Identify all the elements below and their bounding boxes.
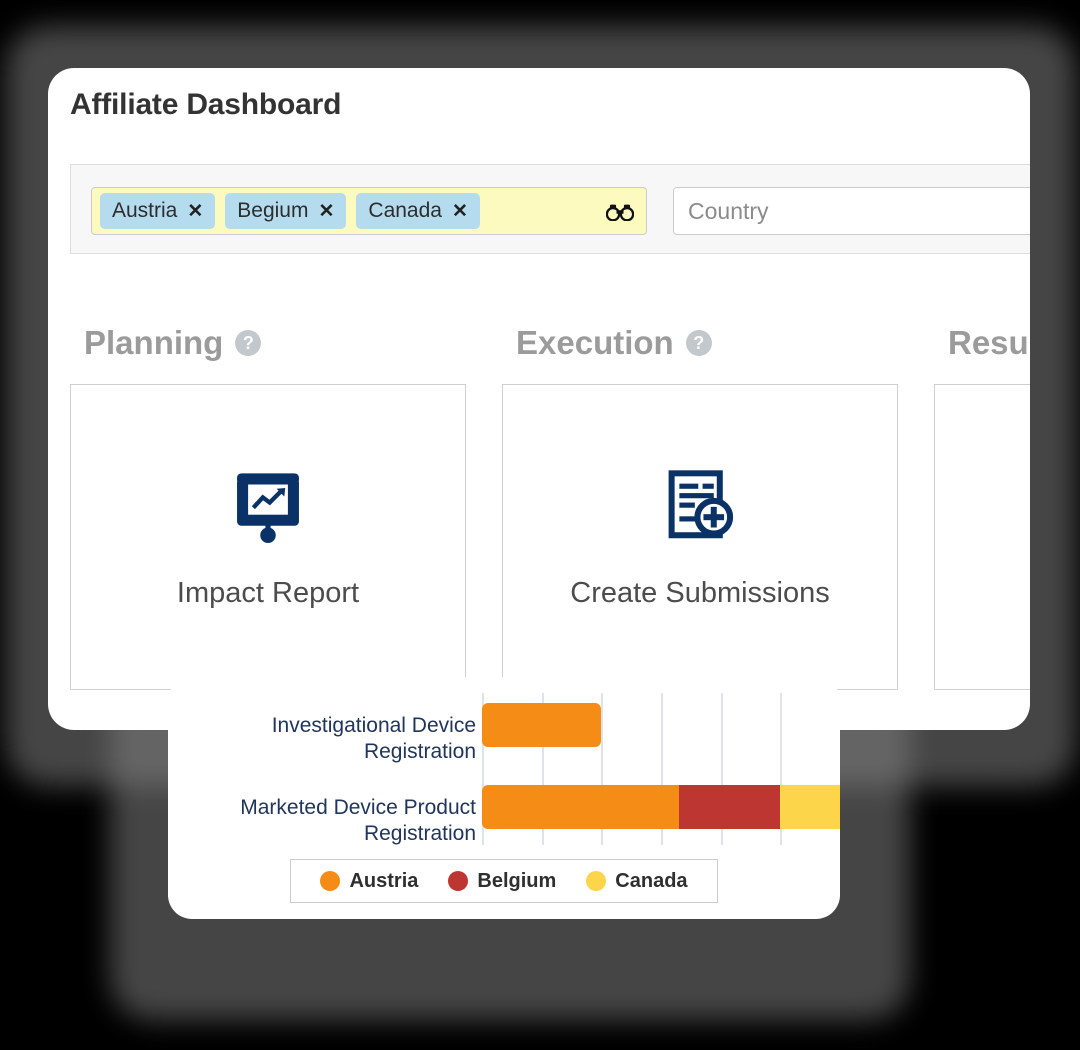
filter-chip-canada[interactable]: Canada ✕ xyxy=(356,193,480,229)
legend-swatch xyxy=(320,871,341,891)
country-placeholder: Country xyxy=(688,197,769,224)
chart-category-label: Investigational Device Registration xyxy=(271,714,476,764)
legend-label: Canada xyxy=(615,869,688,892)
stacked-bar-chart: Investigational Device Registration Mark… xyxy=(168,677,840,857)
section-planning: Planning ? Impact Report xyxy=(70,320,468,690)
legend-label: Belgium xyxy=(477,869,557,892)
section-results: Results ? xyxy=(934,320,1030,690)
legend-item-canada[interactable]: Canada xyxy=(586,869,688,893)
chart-popover-card: Investigational Device Registration Mark… xyxy=(168,677,840,919)
tile-impact-report[interactable]: Impact Report xyxy=(70,384,466,690)
tile-results[interactable] xyxy=(934,384,1030,690)
help-icon[interactable]: ? xyxy=(235,330,262,356)
chip-label: Austria xyxy=(112,199,178,222)
screen-root: Affiliate Dashboard Austria ✕ Begium ✕ C… xyxy=(0,0,1080,1050)
country-search-field[interactable]: Country xyxy=(673,187,1030,235)
section-title-planning: Planning xyxy=(84,324,224,361)
legend-swatch xyxy=(448,871,469,891)
dashboard-card: Affiliate Dashboard Austria ✕ Begium ✕ C… xyxy=(48,68,1030,730)
chip-label: Canada xyxy=(368,199,442,222)
close-icon[interactable]: ✕ xyxy=(452,202,468,221)
legend-item-belgium[interactable]: Belgium xyxy=(448,870,556,893)
legend-swatch xyxy=(586,871,607,891)
legend-item-austria[interactable]: Austria xyxy=(320,870,418,893)
affiliate-multiselect[interactable]: Austria ✕ Begium ✕ Canada ✕ xyxy=(91,187,647,235)
close-icon[interactable]: ✕ xyxy=(187,202,203,221)
legend-label: Austria xyxy=(349,869,419,892)
help-icon[interactable]: ? xyxy=(685,330,712,356)
section-title-results: Results xyxy=(948,324,1030,361)
filter-chip-begium[interactable]: Begium ✕ xyxy=(225,193,347,229)
tile-create-submissions[interactable]: Create Submissions xyxy=(502,384,898,690)
chart-legend: Austria Belgium Canada xyxy=(290,859,718,903)
chart-category-label: Marketed Device Product Registration xyxy=(240,796,476,846)
close-icon[interactable]: ✕ xyxy=(318,202,334,221)
presentation-chart-icon xyxy=(237,473,299,543)
document-add-icon xyxy=(668,470,734,539)
section-header: Results ? xyxy=(934,320,1030,366)
section-title-execution: Execution xyxy=(516,324,674,361)
chart-bar-segment-canada[interactable] xyxy=(780,785,840,829)
filter-bar: Austria ✕ Begium ✕ Canada ✕ Country xyxy=(70,164,1030,254)
chart-bar-segment-austria[interactable] xyxy=(482,703,602,747)
chart-bar-row xyxy=(482,703,602,747)
section-header: Planning ? xyxy=(70,320,468,366)
chart-bar-segment-belgium[interactable] xyxy=(678,785,781,829)
chart-bar-row xyxy=(482,785,840,829)
filter-chip-austria[interactable]: Austria ✕ xyxy=(100,193,216,229)
chart-bar-segment-austria[interactable] xyxy=(482,785,679,829)
tile-label: Impact Report xyxy=(176,576,360,609)
binoculars-icon[interactable] xyxy=(606,203,634,221)
section-header: Execution ? xyxy=(502,320,900,366)
section-execution: Execution ? Create Submissions xyxy=(502,320,900,690)
chip-label: Begium xyxy=(237,199,309,222)
tile-label: Create Submissions xyxy=(570,576,830,609)
chart-plot-area xyxy=(482,693,840,845)
page-title: Affiliate Dashboard xyxy=(70,88,342,121)
